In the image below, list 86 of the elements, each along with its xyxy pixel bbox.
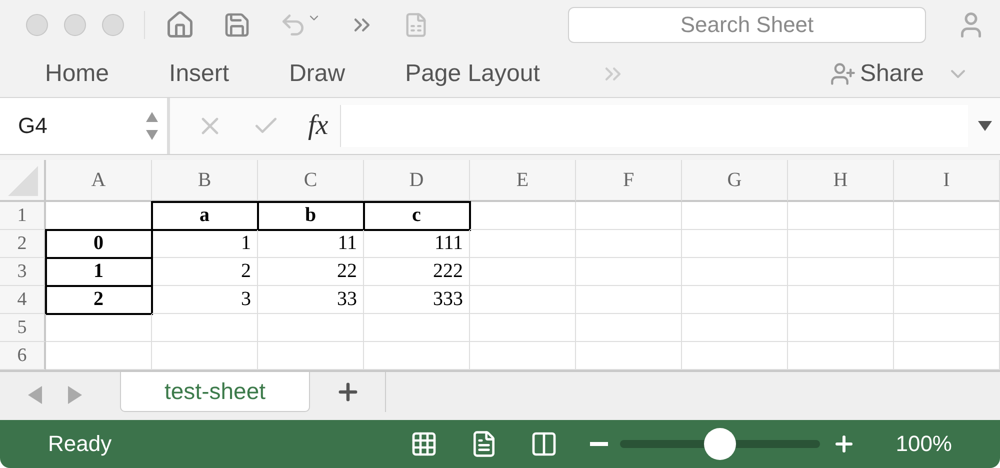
table-cell: 33: [258, 286, 364, 314]
empty-cell[interactable]: [682, 258, 788, 286]
empty-cell[interactable]: [788, 314, 894, 342]
table-cell: 111: [364, 230, 470, 258]
empty-cell[interactable]: [576, 258, 682, 286]
share-button[interactable]: Share: [824, 58, 930, 88]
empty-cell[interactable]: [894, 230, 1000, 258]
empty-cell[interactable]: [576, 286, 682, 314]
table-cell: b: [258, 202, 364, 230]
normal-view-icon[interactable]: [410, 430, 438, 458]
empty-cell[interactable]: [576, 202, 682, 230]
row-header[interactable]: 5: [0, 314, 46, 342]
ribbon-tab[interactable]: Page Layout: [405, 60, 540, 88]
empty-cell[interactable]: [470, 230, 576, 258]
minimize-window-button[interactable]: [64, 14, 86, 36]
close-window-button[interactable]: [26, 14, 48, 36]
empty-cell[interactable]: [788, 230, 894, 258]
table-cell: 3: [152, 286, 258, 314]
search-field[interactable]: Search Sheet: [568, 7, 926, 43]
select-all-corner[interactable]: [0, 160, 46, 202]
formula-input[interactable]: [340, 105, 968, 147]
empty-cell[interactable]: [894, 258, 1000, 286]
zoom-reading: 100%: [896, 431, 952, 457]
minus-icon: [590, 442, 608, 446]
table-cell: a: [152, 202, 258, 230]
empty-cell[interactable]: [682, 286, 788, 314]
table-cell: 11: [258, 230, 364, 258]
empty-cell[interactable]: [470, 202, 576, 230]
table-cell: 1: [46, 258, 152, 286]
empty-cell[interactable]: [682, 202, 788, 230]
empty-cell[interactable]: [788, 258, 894, 286]
empty-cell[interactable]: [364, 314, 470, 342]
insert-function-button[interactable]: fx: [308, 110, 328, 142]
empty-cell[interactable]: [470, 286, 576, 314]
table-cell: 0: [46, 230, 152, 258]
row-header[interactable]: 3: [0, 258, 46, 286]
table-cell: 333: [364, 286, 470, 314]
table-cell: 1: [152, 230, 258, 258]
empty-cell[interactable]: [788, 286, 894, 314]
next-sheet-icon[interactable]: [68, 386, 82, 404]
row-header[interactable]: 1: [0, 202, 46, 230]
column-header[interactable]: H: [788, 160, 894, 202]
column-header[interactable]: I: [894, 160, 1000, 202]
empty-cell[interactable]: [788, 202, 894, 230]
empty-cell[interactable]: [576, 230, 682, 258]
column-header[interactable]: F: [576, 160, 682, 202]
sheet-tab[interactable]: test-sheet: [120, 372, 310, 412]
empty-cell[interactable]: [682, 230, 788, 258]
status-text: Ready: [48, 431, 112, 457]
empty-cell[interactable]: [152, 314, 258, 342]
table-cell: 222: [364, 258, 470, 286]
save-icon[interactable]: [223, 11, 251, 39]
column-header[interactable]: D: [364, 160, 470, 202]
ribbon-tab[interactable]: Insert: [169, 60, 230, 88]
zoom-out-button[interactable]: [590, 442, 608, 446]
empty-cell[interactable]: [682, 314, 788, 342]
table-cell: 22: [258, 258, 364, 286]
row-header[interactable]: 4: [0, 286, 46, 314]
add-person-icon: [830, 60, 856, 86]
column-header[interactable]: G: [682, 160, 788, 202]
zoom-window-button[interactable]: [102, 14, 124, 36]
empty-cell[interactable]: [470, 314, 576, 342]
page-break-view-icon[interactable]: [530, 430, 558, 458]
column-header[interactable]: C: [258, 160, 364, 202]
row-header[interactable]: 2: [0, 230, 46, 258]
name-box[interactable]: G4: [0, 98, 170, 154]
column-header[interactable]: E: [470, 160, 576, 202]
column-header[interactable]: B: [152, 160, 258, 202]
ribbon-tab[interactable]: Draw: [289, 60, 346, 88]
empty-cell[interactable]: [894, 286, 1000, 314]
empty-cell[interactable]: [894, 202, 1000, 230]
empty-cell[interactable]: [258, 314, 364, 342]
zoom-slider-thumb[interactable]: [704, 428, 736, 460]
empty-cell[interactable]: [470, 258, 576, 286]
empty-cell[interactable]: [894, 314, 1000, 342]
table-cell: c: [364, 202, 470, 230]
ribbon-tab[interactable]: Home: [45, 60, 110, 88]
home-icon[interactable]: [165, 10, 195, 40]
empty-cell[interactable]: [576, 314, 682, 342]
table-cell: 2: [152, 258, 258, 286]
previous-sheet-icon[interactable]: [28, 386, 42, 404]
row-header[interactable]: 6: [0, 342, 46, 370]
expand-caret-icon[interactable]: [978, 120, 992, 132]
stepper-icon: [145, 110, 159, 142]
column-header[interactable]: A: [46, 160, 152, 202]
table-cell: 2: [46, 286, 152, 314]
